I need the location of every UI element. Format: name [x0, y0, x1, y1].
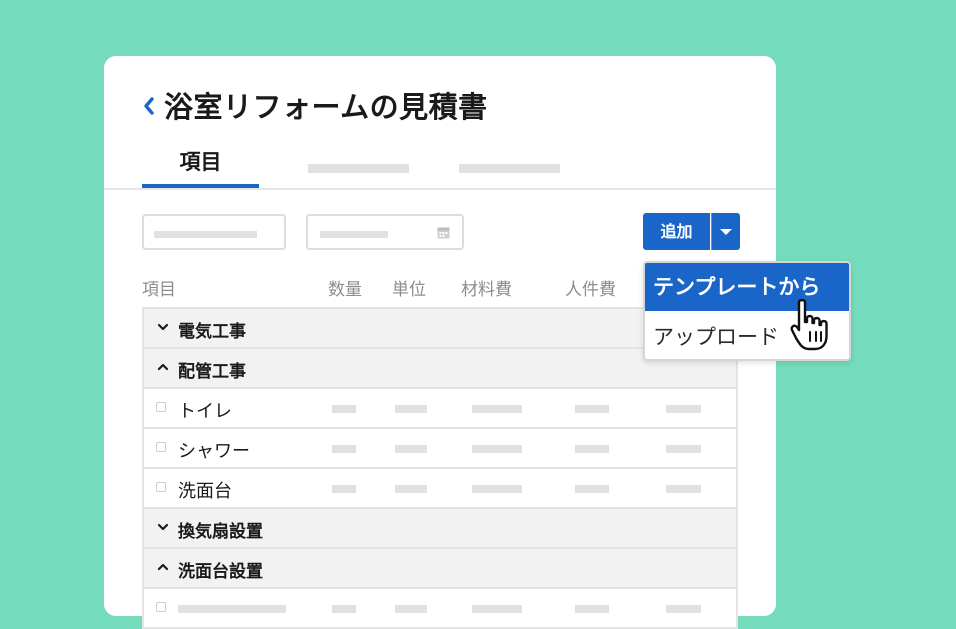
- caret-down-icon: [720, 229, 732, 235]
- unit-cell: [395, 485, 427, 493]
- tab-items[interactable]: 項目: [142, 142, 259, 190]
- material-cost-cell: [472, 405, 522, 413]
- row-checkbox[interactable]: [156, 482, 166, 492]
- material-cost-cell: [472, 445, 522, 453]
- item-label: トイレ: [178, 401, 232, 422]
- search-input-placeholder: [154, 231, 257, 238]
- add-dropdown-toggle[interactable]: [711, 213, 740, 250]
- add-button[interactable]: 追加: [643, 213, 710, 250]
- chevron-down-icon: [157, 323, 169, 331]
- material-cost-cell: [472, 605, 522, 613]
- total-cell: [666, 485, 701, 493]
- tab-placeholder-2[interactable]: [308, 164, 409, 173]
- row-checkbox[interactable]: [156, 602, 166, 612]
- group-label: 配管工事: [178, 362, 246, 382]
- hand-pointer-icon: [790, 298, 828, 351]
- column-header-unit: 単位: [392, 280, 426, 300]
- group-row-ventilation-fan[interactable]: 換気扇設置: [144, 509, 736, 549]
- chevron-up-icon: [157, 563, 169, 571]
- chevron-up-icon: [157, 363, 169, 371]
- calendar-icon: [437, 227, 450, 239]
- column-header-material-cost: 材料費: [461, 280, 512, 300]
- total-cell: [666, 405, 701, 413]
- quantity-cell: [332, 445, 356, 453]
- column-header-labor-cost: 人件費: [565, 280, 616, 300]
- row-checkbox[interactable]: [156, 442, 166, 452]
- unit-cell: [395, 445, 427, 453]
- unit-cell: [395, 605, 427, 613]
- group-label: 洗面台設置: [178, 562, 263, 582]
- column-header-quantity: 数量: [328, 280, 362, 300]
- tabs-divider: [104, 188, 776, 190]
- group-row-washbasin[interactable]: 洗面台設置: [144, 549, 736, 589]
- labor-cost-cell: [575, 485, 609, 493]
- date-input-placeholder: [320, 231, 388, 238]
- table-row[interactable]: 洗面台: [144, 469, 736, 509]
- total-cell: [666, 445, 701, 453]
- group-label: 電気工事: [178, 322, 246, 342]
- tab-placeholder-3[interactable]: [459, 164, 560, 173]
- tab-items-label: 項目: [179, 150, 222, 174]
- quantity-cell: [332, 485, 356, 493]
- search-input[interactable]: [142, 214, 286, 250]
- row-checkbox[interactable]: [156, 402, 166, 412]
- quantity-cell: [332, 605, 356, 613]
- labor-cost-cell: [575, 445, 609, 453]
- quantity-cell: [332, 405, 356, 413]
- item-label: 洗面台: [178, 481, 232, 502]
- labor-cost-cell: [575, 605, 609, 613]
- chevron-down-icon: [157, 523, 169, 531]
- item-name-cell: [178, 605, 286, 613]
- unit-cell: [395, 405, 427, 413]
- table-row[interactable]: トイレ: [144, 389, 736, 429]
- total-cell: [666, 605, 701, 613]
- date-input[interactable]: [306, 214, 464, 250]
- labor-cost-cell: [575, 405, 609, 413]
- column-header-item: 項目: [142, 280, 176, 300]
- item-label: シャワー: [178, 441, 250, 462]
- material-cost-cell: [472, 485, 522, 493]
- chevron-left-icon[interactable]: [142, 96, 156, 116]
- table-row[interactable]: [144, 589, 736, 629]
- table-row[interactable]: シャワー: [144, 429, 736, 469]
- page-title: 浴室リフォームの見積書: [164, 90, 488, 124]
- group-label: 換気扇設置: [178, 522, 263, 542]
